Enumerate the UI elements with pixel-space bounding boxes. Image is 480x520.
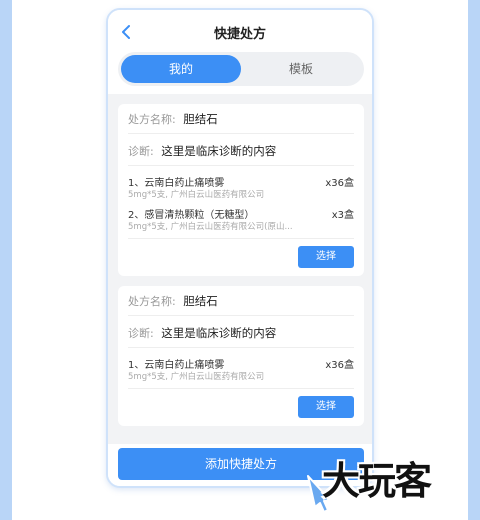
diagnosis-row: 诊断: 这里是临床诊断的内容 bbox=[128, 318, 354, 348]
medicine-name: 1、云南白药止痛喷雾 bbox=[128, 360, 225, 371]
medicine-item: 2、感冒清热颗粒（无糖型） x3盒 5mg*5支, 广州白云山医药有限公司(原山… bbox=[128, 206, 354, 236]
select-button[interactable]: 选择 bbox=[298, 246, 354, 268]
medicine-quantity: x36盒 bbox=[325, 360, 354, 371]
medicine-name: 2、感冒清热颗粒（无糖型） bbox=[128, 210, 255, 221]
medicine-quantity: x3盒 bbox=[331, 210, 354, 221]
nav-bar: 快捷处方 bbox=[108, 10, 372, 54]
phone-frame: 快捷处方 我的 模板 处方名称: 胆结石 诊断: 这里是临床诊断的内容 1、云南… bbox=[106, 8, 374, 488]
prescription-card[interactable]: 处方名称: 胆结石 诊断: 这里是临床诊断的内容 1、云南白药止痛喷雾 x36盒… bbox=[118, 104, 364, 276]
prescription-name-value: 胆结石 bbox=[183, 112, 218, 126]
diagnosis-row: 诊断: 这里是临床诊断的内容 bbox=[128, 136, 354, 166]
medicine-item: 1、云南白药止痛喷雾 x36盒 5mg*5支, 广州白云山医药有限公司 bbox=[128, 356, 354, 386]
diagnosis-value: 这里是临床诊断的内容 bbox=[161, 144, 277, 158]
medicine-name: 1、云南白药止痛喷雾 bbox=[128, 178, 225, 189]
prescription-name-label: 处方名称: bbox=[128, 113, 176, 126]
medicine-quantity: x36盒 bbox=[325, 178, 354, 189]
diagnosis-value: 这里是临床诊断的内容 bbox=[161, 326, 277, 340]
left-decor-bar bbox=[0, 0, 12, 520]
prescription-name-value: 胆结石 bbox=[183, 294, 218, 308]
divider bbox=[128, 238, 354, 239]
watermark-text: 大玩客 bbox=[322, 459, 432, 503]
right-decor-bar bbox=[468, 0, 480, 520]
watermark-logo: 大玩客 bbox=[300, 446, 480, 516]
select-button[interactable]: 选择 bbox=[298, 396, 354, 418]
prescription-list: 处方名称: 胆结石 诊断: 这里是临床诊断的内容 1、云南白药止痛喷雾 x36盒… bbox=[108, 94, 372, 444]
medicine-spec: 5mg*5支, 广州白云山医药有限公司 bbox=[128, 372, 265, 382]
medicine-item: 1、云南白药止痛喷雾 x36盒 5mg*5支, 广州白云山医药有限公司 bbox=[128, 174, 354, 204]
diagnosis-label: 诊断: bbox=[128, 145, 154, 158]
prescription-name-row: 处方名称: 胆结石 bbox=[128, 286, 354, 316]
medicine-spec: 5mg*5支, 广州白云山医药有限公司 bbox=[128, 190, 265, 200]
tab-bar: 我的 模板 bbox=[118, 52, 364, 86]
prescription-card[interactable]: 处方名称: 胆结石 诊断: 这里是临床诊断的内容 1、云南白药止痛喷雾 x36盒… bbox=[118, 286, 364, 426]
prescription-name-label: 处方名称: bbox=[128, 295, 176, 308]
diagnosis-label: 诊断: bbox=[128, 327, 154, 340]
prescription-name-row: 处方名称: 胆结石 bbox=[128, 104, 354, 134]
tab-template[interactable]: 模板 bbox=[241, 55, 361, 83]
medicine-spec: 5mg*5支, 广州白云山医药有限公司(原山... bbox=[128, 222, 293, 232]
page-title: 快捷处方 bbox=[213, 27, 266, 42]
tab-mine[interactable]: 我的 bbox=[121, 55, 241, 83]
divider bbox=[128, 388, 354, 389]
